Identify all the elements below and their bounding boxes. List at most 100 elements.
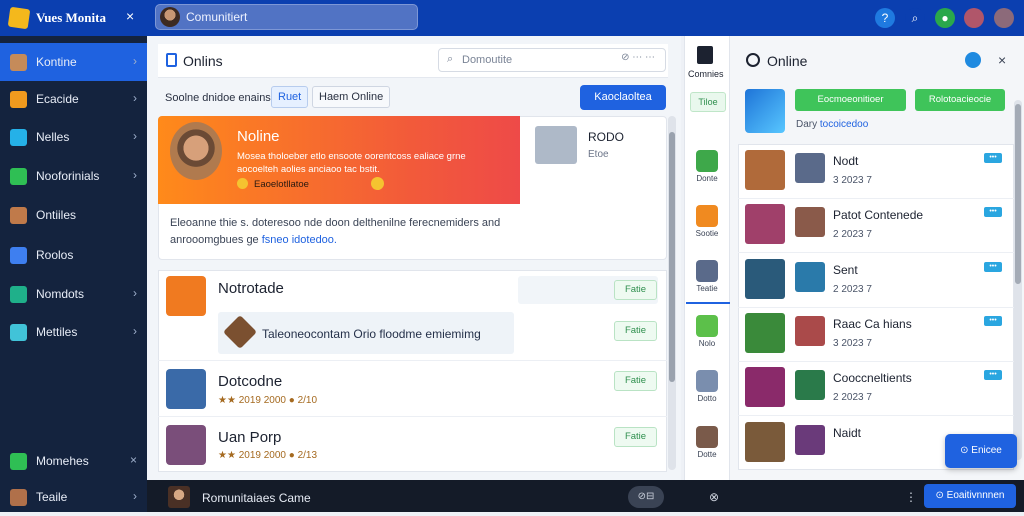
close-icon[interactable]: × — [126, 8, 134, 24]
strip-item-icon[interactable] — [696, 205, 718, 227]
panel-subtitle-link[interactable]: tocoicedoo — [820, 119, 868, 130]
panel-primary-button[interactable]: Eocmoeonitioer — [795, 89, 906, 111]
bottom-button-label: Eoaitivnnnen — [946, 490, 1005, 501]
item-thumbnail[interactable] — [745, 150, 785, 190]
strip-chip[interactable]: Tiloe — [690, 92, 726, 112]
side-thumbnail[interactable] — [535, 126, 577, 164]
more-options-icon[interactable]: ⋮ — [905, 490, 917, 504]
help-icon[interactable]: ? — [875, 8, 895, 28]
user-avatar[interactable] — [964, 8, 984, 28]
item-title[interactable]: Naidt — [833, 426, 861, 440]
strip-item-icon[interactable] — [696, 315, 718, 337]
bottom-action-button[interactable]: ⊙ Eoaitivnnnen — [924, 484, 1016, 508]
row-thumbnail[interactable] — [166, 276, 206, 316]
item-tag[interactable]: ••• — [984, 207, 1002, 217]
communities-icon — [697, 46, 713, 64]
filter-chip[interactable]: Ruet — [271, 86, 309, 108]
item-thumbnail[interactable] — [745, 313, 785, 353]
strip-item-icon[interactable] — [696, 426, 718, 448]
sidebar-item[interactable]: Mettiles › — [0, 313, 147, 351]
page-title: Onlins — [183, 53, 223, 69]
row-title[interactable]: Notrotade — [218, 280, 284, 297]
chevron-icon[interactable]: › — [133, 286, 137, 300]
sidebar-item-label: Nelles — [36, 130, 70, 144]
sidebar-item[interactable]: Ecacide › — [0, 80, 147, 118]
chevron-icon[interactable]: › — [133, 129, 137, 143]
sidebar-item-label: Momehes — [36, 454, 89, 468]
item-tag[interactable]: ••• — [984, 262, 1002, 272]
bottom-close-icon[interactable]: ⊗ — [709, 490, 719, 504]
row-title[interactable]: Uan Porp — [218, 429, 281, 446]
chat-icon — [10, 129, 27, 146]
panel-title: Online — [767, 53, 808, 69]
info-icon[interactable] — [965, 52, 981, 68]
item-tag[interactable]: ••• — [984, 370, 1002, 380]
close-icon[interactable]: × — [998, 52, 1006, 68]
item-thumbnail[interactable] — [745, 259, 785, 299]
item-title[interactable]: Nodt — [833, 154, 858, 168]
profile-avatar[interactable] — [994, 8, 1014, 28]
chart-icon — [10, 247, 27, 264]
divider — [738, 252, 1014, 253]
sidebar-item[interactable]: Nomdots › — [0, 275, 147, 313]
item-title[interactable]: Cooccneltients — [833, 371, 912, 385]
sidebar-item[interactable]: Roolos — [0, 236, 147, 274]
add-button[interactable]: Kaoclaoltea — [580, 85, 666, 110]
search-icon[interactable]: ⌕ — [905, 8, 925, 28]
badge-icon — [370, 177, 384, 190]
item-tag[interactable]: ••• — [984, 316, 1002, 326]
filter-chip[interactable]: Haem Online — [312, 86, 391, 108]
search-options-icon[interactable]: ⊘ ⋯ ⋯ — [621, 52, 655, 63]
strip-item-icon[interactable] — [696, 370, 718, 392]
chevron-icon[interactable]: › — [133, 489, 137, 503]
globe-icon — [10, 324, 27, 341]
sub-row-text: Taleoneocontam Orio floodme emiemimg — [262, 327, 481, 341]
item-avatar — [795, 370, 825, 400]
item-title[interactable]: Raac Ca hians — [833, 317, 912, 331]
row-action-button[interactable]: Fatie — [614, 427, 657, 447]
chevron-icon[interactable]: › — [133, 324, 137, 338]
sidebar-item[interactable]: Nelles › — [0, 118, 147, 156]
item-thumbnail[interactable] — [745, 204, 785, 244]
strip-item-icon[interactable] — [696, 150, 718, 172]
grid-icon — [10, 168, 27, 185]
item-title[interactable]: Patot Contenede — [833, 208, 923, 222]
sidebar-item[interactable]: Ontiiles — [0, 196, 147, 234]
chevron-icon[interactable]: › — [133, 91, 137, 105]
strip-item-label: Nolo — [698, 339, 716, 348]
chevron-icon[interactable]: › — [133, 54, 137, 68]
row-thumbnail[interactable] — [166, 425, 206, 465]
bottom-button-icon: ⊙ — [935, 490, 947, 501]
avatar-icon — [10, 54, 27, 71]
sidebar-item[interactable]: Kontine › — [0, 43, 147, 81]
hero-avatar — [170, 122, 222, 180]
row-action-button[interactable]: Fatie — [614, 280, 657, 300]
strip-item-icon[interactable] — [696, 260, 718, 282]
hero-meta-text: Eaoelotllatoe — [254, 179, 309, 190]
bottom-controls-pill[interactable]: ⊘⊟ — [628, 486, 664, 508]
row-action-button[interactable]: Fatie — [614, 371, 657, 391]
row-title[interactable]: Dotcodne — [218, 373, 282, 390]
panel-secondary-button[interactable]: Rolotoacieocie — [915, 89, 1005, 111]
item-thumbnail[interactable] — [745, 422, 785, 462]
sidebar-item-label: Nooforinials — [36, 169, 100, 183]
sidebar-item[interactable]: Momehes × — [0, 442, 147, 480]
item-thumbnail[interactable] — [745, 367, 785, 407]
sidebar-item[interactable]: Nooforinials › — [0, 157, 147, 195]
item-title[interactable]: Sent — [833, 263, 858, 277]
sidebar-item-label: Mettiles — [36, 325, 78, 339]
row-thumbnail[interactable] — [166, 369, 206, 409]
item-tag[interactable]: ••• — [984, 153, 1002, 163]
chevron-icon[interactable]: › — [133, 168, 137, 182]
sidebar-item[interactable]: Teaile › — [0, 478, 147, 516]
item-subtitle: 2 2023 7 — [833, 229, 872, 240]
notification-icon[interactable]: ● — [935, 8, 955, 28]
row-action-button[interactable]: Fatie — [614, 321, 657, 341]
hero-link[interactable]: fsneo idotedoo. — [262, 234, 337, 246]
chevron-icon[interactable]: × — [130, 453, 137, 467]
scrollbar-thumb[interactable] — [669, 132, 675, 382]
sidebar-item-label: Kontine — [36, 55, 77, 69]
floating-action-button[interactable]: ⊙ Enicee — [945, 434, 1017, 468]
strip-item-label: Dotto — [697, 394, 717, 403]
scrollbar-thumb[interactable] — [1015, 104, 1021, 284]
